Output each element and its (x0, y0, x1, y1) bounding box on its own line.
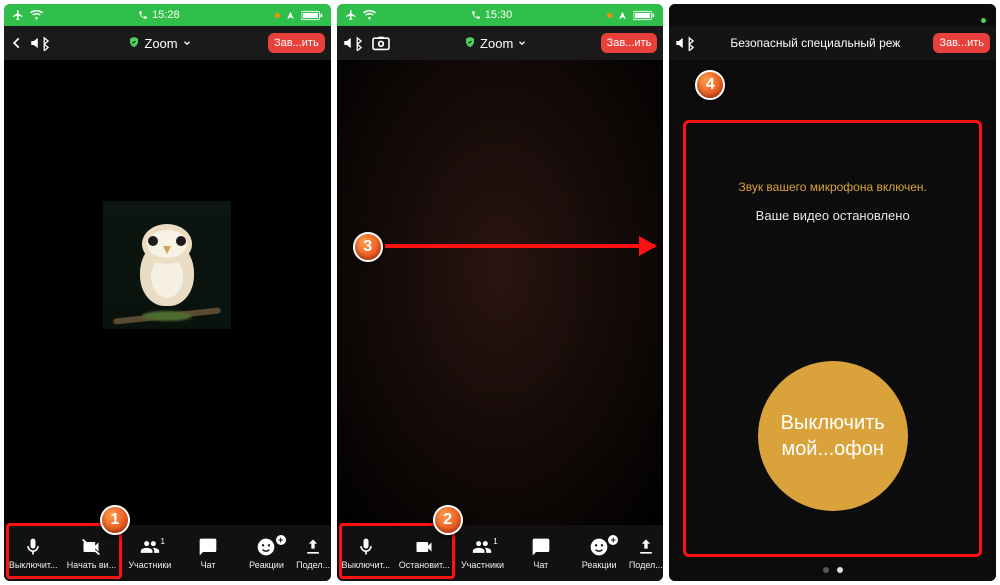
participants-count: 1 (493, 537, 497, 546)
participants-button[interactable]: 1 Участники (453, 533, 511, 574)
mute-button[interactable]: Выключит... (4, 533, 62, 574)
mute-button[interactable]: Выключит... (337, 533, 395, 574)
safe-driving-area[interactable]: Звук вашего микрофона включен. Ваше виде… (669, 60, 996, 581)
recording-dot-icon (607, 13, 612, 18)
share-button[interactable]: Подел... (628, 533, 663, 574)
status-bar: 15:28 (4, 4, 331, 26)
safe-mode-title: Безопасный специальный реж (703, 36, 927, 50)
status-bar: 15:30 (337, 4, 664, 26)
video-status-text: Ваше видео остановлено (669, 208, 996, 223)
wifi-icon (363, 10, 376, 20)
meeting-top-bar: Безопасный специальный реж Зав...ить (669, 26, 996, 60)
speaker-bluetooth-icon[interactable] (30, 35, 52, 51)
shield-icon (128, 36, 140, 51)
wifi-icon (30, 10, 43, 20)
chevron-down-icon (517, 36, 527, 51)
chevron-down-icon (182, 36, 192, 51)
mic-status-text: Звук вашего микрофона включен. (669, 180, 996, 194)
location-icon (618, 11, 627, 20)
callout-2: 2 (433, 505, 463, 535)
owl-illustration (132, 220, 202, 310)
end-meeting-button[interactable]: Зав...ить (268, 33, 325, 53)
end-meeting-button[interactable]: Зав...ить (933, 33, 990, 53)
participants-button[interactable]: 1 Участники (121, 533, 179, 574)
screenshot-1: 15:28 Zoom (4, 4, 331, 581)
recording-dot-icon (275, 13, 280, 18)
chat-button[interactable]: Чат (512, 533, 570, 574)
chat-button[interactable]: Чат (179, 533, 237, 574)
reactions-plus-icon: + (608, 535, 618, 545)
participants-count: 1 (161, 537, 165, 546)
speaker-bluetooth-icon[interactable] (343, 35, 365, 51)
location-icon (286, 11, 295, 20)
status-time: 15:28 (152, 9, 180, 21)
switch-camera-icon[interactable] (371, 35, 391, 51)
reactions-button[interactable]: + Реакции (570, 533, 628, 574)
callout-1: 1 (100, 505, 130, 535)
airplane-icon (345, 9, 357, 21)
meeting-title[interactable]: Zoom (397, 36, 595, 51)
phone-icon (138, 10, 148, 20)
video-area[interactable] (4, 60, 331, 525)
page-indicator (669, 567, 996, 573)
start-video-button[interactable]: Начать ви... (62, 533, 120, 574)
participant-avatar (103, 201, 231, 329)
camera-dot-icon (981, 18, 986, 23)
end-meeting-button[interactable]: Зав...ить (601, 33, 658, 53)
screenshot-2: 15:30 Z (337, 4, 664, 581)
status-time: 15:30 (485, 9, 513, 21)
reactions-plus-icon: + (276, 535, 286, 545)
reactions-button[interactable]: + Реакции (237, 533, 295, 574)
back-icon[interactable] (10, 36, 24, 50)
battery-icon (301, 10, 323, 21)
screenshot-3: Безопасный специальный реж Зав...ить Зву… (669, 4, 996, 581)
meeting-toolbar: Выключит... Начать ви... 1 Участники Чат… (4, 525, 331, 581)
speaker-bluetooth-icon[interactable] (675, 35, 697, 51)
share-button[interactable]: Подел... (296, 533, 331, 574)
airplane-icon (12, 9, 24, 21)
meeting-top-bar: Zoom Зав...ить (337, 26, 664, 60)
stop-video-button[interactable]: Остановит... (395, 533, 453, 574)
battery-icon (633, 10, 655, 21)
meeting-title[interactable]: Zoom (58, 36, 262, 51)
meeting-toolbar: Выключит... Остановит... 1 Участники Чат… (337, 525, 664, 581)
swipe-arrow (385, 244, 655, 248)
callout-3: 3 (353, 232, 383, 262)
video-area[interactable] (337, 60, 664, 525)
meeting-top-bar: Zoom Зав...ить (4, 26, 331, 60)
status-bar-blank (669, 4, 996, 26)
mute-mic-button[interactable]: Выключить мой...офон (758, 361, 908, 511)
page-dot-active (837, 567, 843, 573)
page-dot (823, 567, 829, 573)
phone-icon (471, 10, 481, 20)
shield-icon (464, 36, 476, 51)
